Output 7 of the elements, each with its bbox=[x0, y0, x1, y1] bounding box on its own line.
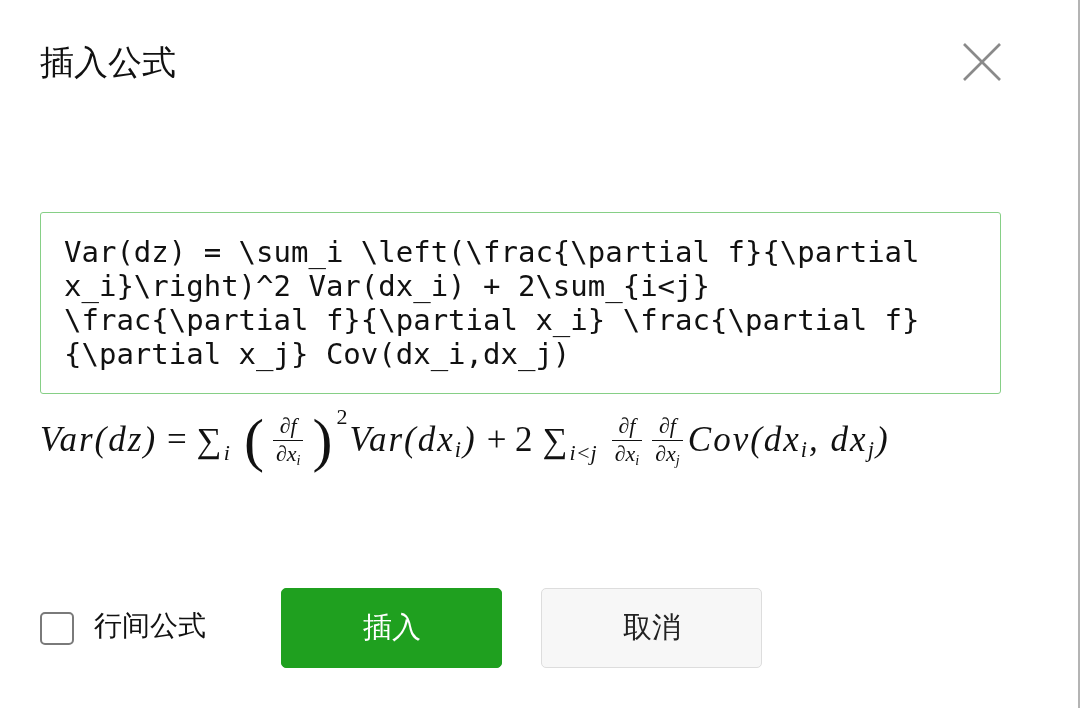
close-icon bbox=[963, 43, 1001, 81]
cancel-button[interactable]: 取消 bbox=[541, 588, 762, 668]
checkbox-label[interactable]: 行间公式 bbox=[94, 608, 206, 644]
dialog-title: 插入公式 bbox=[40, 41, 176, 84]
checkbox[interactable] bbox=[40, 611, 74, 645]
close-button[interactable] bbox=[963, 43, 1001, 81]
formula-input[interactable]: Var(dz) = \sum_i \left(\frac{\partial f}{\partial x_i}\right)^2 Var(dx_i) + 2\sum_{i<j} \frac{\partial f}{\partial x_i} \frac{\partial f}{\partial x_j} Cov(dx_i,dx_j) bbox=[40, 212, 1002, 394]
